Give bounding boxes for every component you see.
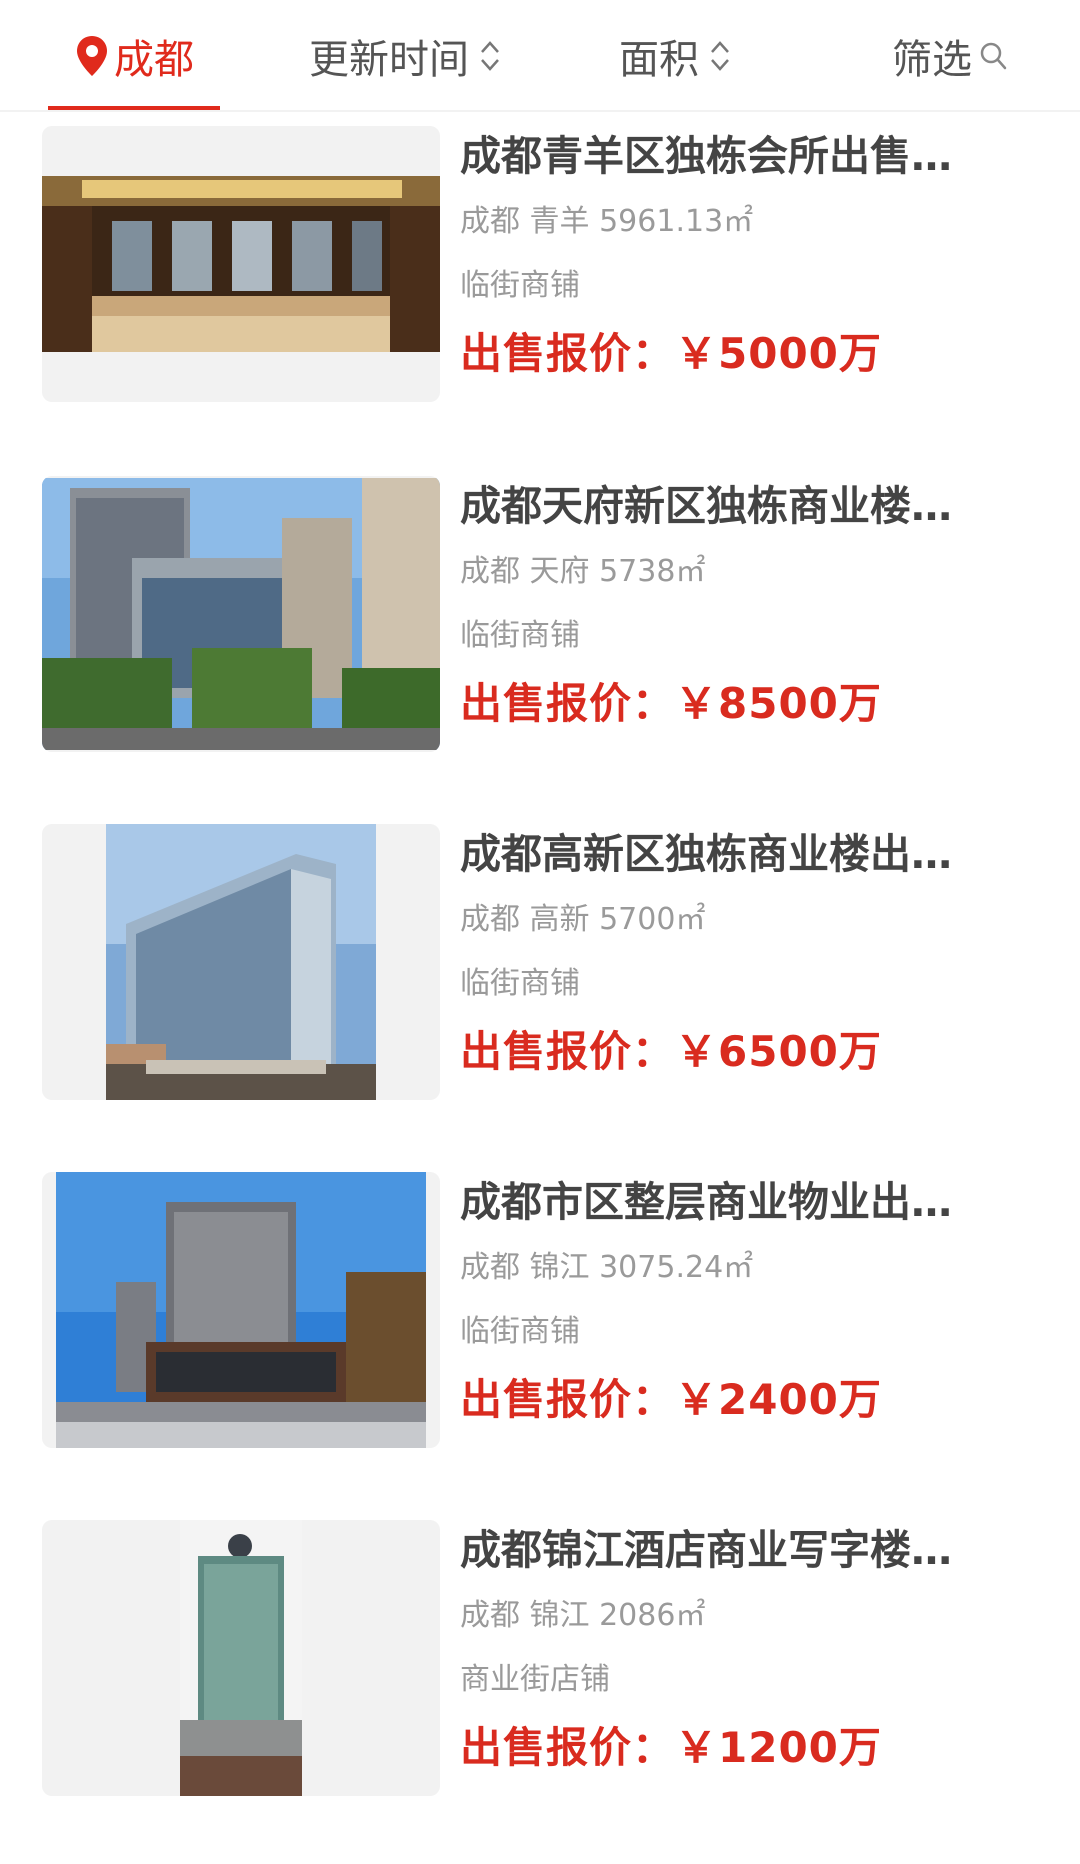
sort-by-area-label: 面积 (619, 37, 699, 83)
listing-info: 成都青羊区独栋会所出售… 成都 青羊 5961.13㎡ 临街商铺 出售报价：￥5… (460, 126, 1050, 382)
listing-card[interactable]: 成都高新区独栋商业楼出… 成都 高新 5700㎡ 临街商铺 出售报价：￥6500… (0, 824, 1080, 1104)
commercial-tower-photo (56, 1172, 426, 1448)
listing-city: 成都 (460, 204, 520, 239)
price-label: 出售报价： (460, 679, 676, 728)
listing-type: 临街商铺 (460, 1314, 580, 1349)
listing-district: 锦江 (529, 1250, 590, 1285)
listing-info: 成都锦江酒店商业写字楼… 成都 锦江 2086㎡ 商业街店铺 出售报价：￥120… (460, 1520, 1050, 1776)
price-value: ￥1200万 (675, 1723, 882, 1772)
price-label: 出售报价： (460, 329, 676, 378)
listing-city: 成都 (460, 1250, 520, 1285)
filter-bar: 成都 更新时间 面积 筛选 (0, 0, 1080, 112)
listing-city: 成都 (460, 902, 520, 937)
listing-type: 商业街店铺 (460, 1662, 610, 1697)
listing-thumbnail[interactable] (42, 824, 440, 1100)
listing-price: 出售报价：￥6500万 (460, 1024, 1050, 1080)
price-value: ￥6500万 (675, 1027, 882, 1076)
price-label: 出售报价： (460, 1027, 676, 1076)
listing-info: 成都市区整层商业物业出… 成都 锦江 3075.24㎡ 临街商铺 出售报价：￥2… (460, 1172, 1050, 1428)
listing-area: 5700㎡ (599, 902, 706, 937)
listing-thumbnail[interactable] (42, 476, 440, 752)
listing-district: 锦江 (529, 1598, 590, 1633)
listing-city: 成都 (460, 554, 520, 589)
listing-meta: 成都 锦江 2086㎡ (460, 1596, 1050, 1636)
listing-type: 临街商铺 (460, 966, 580, 1001)
listing-title[interactable]: 成都高新区独栋商业楼出… (460, 824, 1005, 884)
glass-office-building-photo (106, 824, 376, 1100)
sort-arrows-icon (711, 41, 729, 71)
price-label: 出售报价： (460, 1375, 676, 1424)
listing-district: 青羊 (529, 204, 590, 239)
listing-title[interactable]: 成都锦江酒店商业写字楼… (460, 1520, 1005, 1580)
location-pin-icon (77, 36, 107, 76)
listing-meta: 成都 青羊 5961.13㎡ (460, 202, 1050, 242)
listing-info: 成都天府新区独栋商业楼… 成都 天府 5738㎡ 临街商铺 出售报价：￥8500… (460, 476, 1050, 732)
listing-price: 出售报价：￥1200万 (460, 1720, 1050, 1776)
listing-card[interactable]: 成都锦江酒店商业写字楼… 成都 锦江 2086㎡ 商业街店铺 出售报价：￥120… (0, 1520, 1080, 1800)
search-icon (980, 42, 1007, 70)
listing-type: 临街商铺 (460, 268, 580, 303)
screen-filter-tab[interactable]: 筛选 (870, 0, 1030, 112)
listing-info: 成都高新区独栋商业楼出… 成都 高新 5700㎡ 临街商铺 出售报价：￥6500… (460, 824, 1050, 1080)
listing-area: 5961.13㎡ (599, 204, 754, 239)
listing-city: 成都 (460, 1598, 520, 1633)
listing-title[interactable]: 成都天府新区独栋商业楼… (460, 476, 1005, 536)
listing-meta: 成都 高新 5700㎡ (460, 900, 1050, 940)
listing-card[interactable]: 成都天府新区独栋商业楼… 成都 天府 5738㎡ 临街商铺 出售报价：￥8500… (0, 476, 1080, 756)
price-value: ￥5000万 (675, 329, 882, 378)
hotel-tower-photo (180, 1520, 302, 1796)
listing-district: 高新 (529, 902, 590, 937)
listing-area: 5738㎡ (599, 554, 706, 589)
listing-title[interactable]: 成都青羊区独栋会所出售… (460, 126, 1005, 186)
listing-thumbnail[interactable] (42, 1172, 440, 1448)
listing-thumbnail[interactable] (42, 126, 440, 402)
screen-filter-label: 筛选 (892, 37, 972, 83)
price-label: 出售报价： (460, 1723, 676, 1772)
price-value: ￥2400万 (675, 1375, 882, 1424)
listing-card[interactable]: 成都青羊区独栋会所出售… 成都 青羊 5961.13㎡ 临街商铺 出售报价：￥5… (0, 126, 1080, 406)
listing-area: 3075.24㎡ (599, 1250, 754, 1285)
listing-area: 2086㎡ (599, 1598, 706, 1633)
listing-title[interactable]: 成都市区整层商业物业出… (460, 1172, 1005, 1232)
listing-price: 出售报价：￥8500万 (460, 676, 1050, 732)
sort-by-time-label: 更新时间 (309, 37, 469, 83)
commercial-building-photo (42, 478, 440, 750)
sort-by-area-tab[interactable]: 面积 (600, 0, 750, 112)
sort-by-time-tab[interactable]: 更新时间 (290, 0, 520, 112)
active-tab-underline (48, 106, 220, 110)
sort-arrows-icon (481, 41, 499, 71)
listing-price: 出售报价：￥5000万 (460, 326, 1050, 382)
listing-meta: 成都 天府 5738㎡ (460, 552, 1050, 592)
listing-district: 天府 (529, 554, 590, 589)
listing-type: 临街商铺 (460, 618, 580, 653)
listing-price: 出售报价：￥2400万 (460, 1372, 1050, 1428)
listing-meta: 成都 锦江 3075.24㎡ (460, 1248, 1050, 1288)
clubhouse-lobby-photo (42, 176, 440, 352)
city-filter-label: 成都 (114, 37, 194, 83)
listing-thumbnail[interactable] (42, 1520, 440, 1796)
city-filter-tab[interactable]: 成都 (48, 0, 220, 112)
listing-card[interactable]: 成都市区整层商业物业出… 成都 锦江 3075.24㎡ 临街商铺 出售报价：￥2… (0, 1172, 1080, 1452)
price-value: ￥8500万 (675, 679, 882, 728)
